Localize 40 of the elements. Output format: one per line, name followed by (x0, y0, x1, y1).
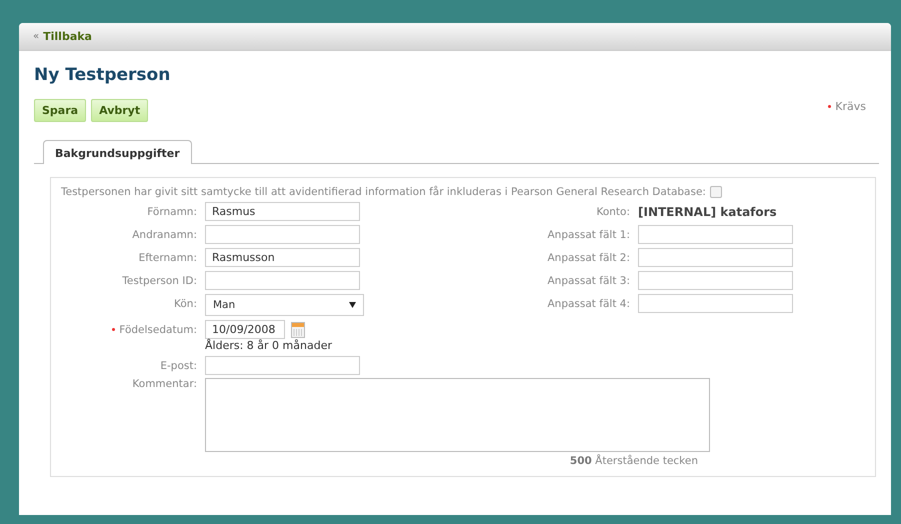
field-label: Anpassat fält 1: (548, 228, 630, 240)
tab[interactable]: Bakgrundsuppgifter (43, 140, 192, 164)
input-field[interactable] (638, 248, 793, 267)
comment-field[interactable] (205, 378, 710, 452)
action-button[interactable]: Spara (34, 99, 86, 122)
consent-text: Testpersonen har givit sitt samtycke till att avidentifierad information får inkluderas i Pearson General Research Database: (61, 186, 706, 198)
consent-checkbox[interactable] (710, 186, 722, 198)
field-label: Konto: (596, 206, 630, 218)
field-label: Anpassat fält 4: (548, 298, 630, 310)
field-label: Förnamn: (147, 206, 197, 218)
double-chevron-icon: « (33, 31, 40, 42)
age-text: Ålders: 8 år 0 månader (205, 339, 332, 352)
dropdown[interactable]: Man (205, 294, 364, 316)
character-counter: 500 Återstående tecken (568, 455, 698, 467)
input-field[interactable] (205, 271, 360, 290)
field-label: Kommentar: (131, 378, 197, 392)
input-field[interactable] (205, 356, 360, 375)
required-legend: Krävs (835, 100, 866, 112)
required-marker-icon (828, 104, 832, 108)
input-field[interactable]: Rasmusson (205, 248, 360, 267)
field-label: Anpassat fält 2: (548, 252, 630, 264)
input-field[interactable] (638, 294, 793, 313)
input-field[interactable] (638, 225, 793, 244)
field-label: Kön: (174, 298, 197, 310)
field-label: E-post: (160, 360, 197, 372)
date-field[interactable]: 10/09/2008 (205, 320, 285, 339)
action-button[interactable]: Avbryt (91, 99, 148, 122)
input-field[interactable] (638, 271, 793, 290)
page-title: Ny Testperson (34, 65, 172, 85)
field-label: Testperson ID: (122, 274, 197, 286)
field-label: Andranamn: (132, 228, 197, 240)
input-field[interactable] (205, 225, 360, 244)
field-label: Efternamn: (138, 252, 197, 264)
back-link[interactable]: Tillbaka (43, 30, 92, 43)
dropdown-arrow-icon (349, 302, 356, 308)
field-label: Födelsedatum: (119, 324, 197, 336)
calendar-icon[interactable] (291, 322, 305, 338)
field-label: Anpassat fält 3: (548, 274, 630, 286)
account-value: [INTERNAL] katafors (638, 204, 777, 220)
input-field[interactable]: Rasmus (205, 202, 360, 221)
